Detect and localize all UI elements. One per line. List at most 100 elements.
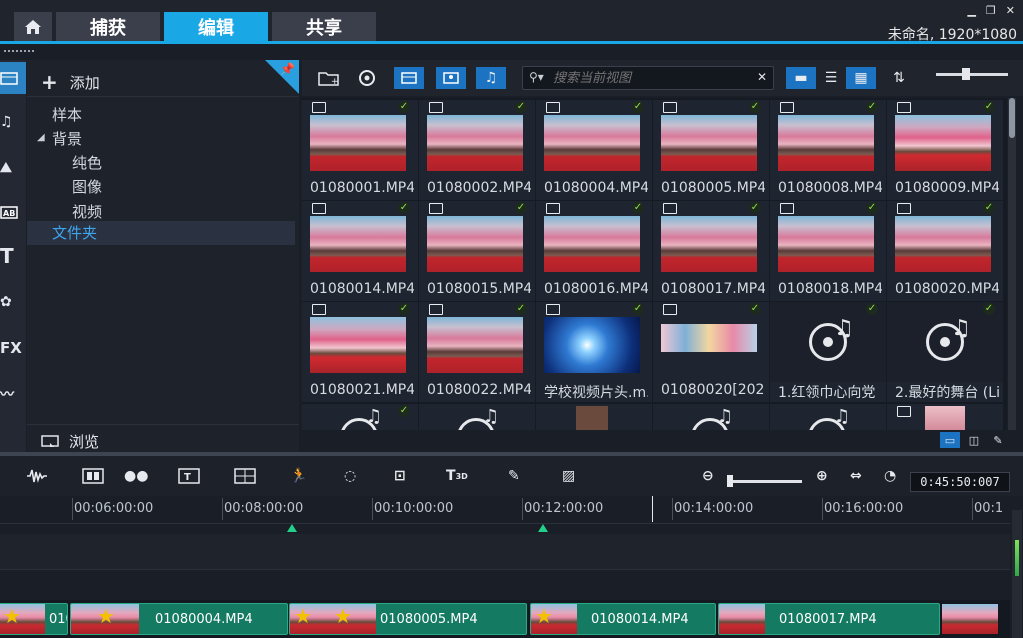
library-media-icon[interactable]: ▭ [940,432,960,448]
media-thumbnail[interactable]: ♫ [770,404,886,430]
media-filename: 01080001.MP4 [310,180,414,196]
timeline-clip[interactable]: ★ 01080004.MP4 [70,603,288,635]
sort-icon[interactable]: ⇅ [884,67,914,89]
media-thumbnail[interactable]: ✓ 01080015.MP4 [419,201,535,301]
view-list-thumb-icon[interactable]: ▬ [786,67,816,89]
minimize-icon[interactable]: ▁ [967,4,975,17]
media-thumbnail[interactable]: ✓ 01080020.MP4 [887,201,1003,301]
fx-icon[interactable]: FX [0,332,26,364]
media-scrollbar[interactable] [1008,98,1016,430]
collapse-arrow-icon[interactable]: ◢ [37,128,45,143]
paint-icon[interactable]: ✎ [508,466,520,486]
media-thumbnail[interactable]: ✓ 学校视频片头.m... [536,302,652,402]
media-thumbnail[interactable]: ♫ [419,404,535,430]
library-edit-icon[interactable]: ✎ [988,432,1008,448]
view-details-icon[interactable]: ☰ [816,67,846,89]
tree-item-folder[interactable]: 文件夹 [27,221,295,245]
transition-icon[interactable]: ⛰ [0,152,26,184]
search-input[interactable] [553,69,753,87]
timeline-clip[interactable]: 01080017.MP4 [718,603,940,635]
media-thumbnail[interactable]: ♫ ✓ [302,404,418,430]
timeline-zoom-handle[interactable] [727,475,733,487]
mask-icon[interactable]: ◌ [344,466,356,486]
overlay-icon[interactable]: ●● [124,466,148,486]
tab-share[interactable]: 共享 [272,12,376,42]
pin-icon[interactable]: 📌 [280,62,295,76]
zoom-in-icon[interactable]: ⊕ [816,466,828,486]
search-box[interactable]: ⚲▾ ✕ [522,66,774,90]
media-thumbnail[interactable]: ✓ 01080002.MP4 [419,100,535,200]
media-thumbnail[interactable]: ♫✓2.最好的舞台 (Li... [887,302,1003,402]
tree-item-image[interactable]: 图像 [72,176,102,197]
title-track-icon[interactable]: T [178,466,200,486]
3d-title-icon[interactable]: T 3D [446,466,468,486]
media-thumbnail[interactable]: ♫ [653,404,769,430]
timeline-clip[interactable]: ★ 01080014.MP4 [530,603,716,635]
audio-wave-icon[interactable] [26,466,48,486]
media-thumbnail[interactable]: ♫✓1.红领巾心向党（... [770,302,886,402]
media-thumbnail[interactable]: ✓ 01080014.MP4 [302,201,418,301]
zoom-out-icon[interactable]: ⊖ [702,466,714,486]
tree-item-samples[interactable]: 样本 [52,104,82,125]
media-thumbnail[interactable]: ✓ 01080004.MP4 [536,100,652,200]
restore-icon[interactable]: ❐ [986,4,996,17]
panel-grip[interactable] [4,50,34,52]
title-track[interactable] [0,570,1010,598]
media-thumbnail[interactable]: ✓ 01080005.MP4 [653,100,769,200]
timeline-zoom-slider[interactable] [732,480,802,483]
chapter-marker[interactable] [538,524,548,532]
media-thumbnail[interactable]: ✓ 01080016.MP4 [536,201,652,301]
graphics-icon[interactable]: ✿ [0,286,26,318]
home-button[interactable] [14,12,52,42]
grid-icon[interactable] [234,466,256,486]
thumbnail-zoom-handle[interactable] [962,68,970,80]
filter-video-icon[interactable] [394,67,424,89]
motion-icon[interactable]: 🏃 [290,466,307,486]
subtitle-icon[interactable]: ▨ [562,466,575,486]
media-thumbnail[interactable] [536,404,652,430]
filter-audio-icon[interactable]: ♫ [476,67,506,89]
tree-item-background[interactable]: 背景 [52,128,82,149]
thumbnail-zoom-slider[interactable] [936,73,1008,76]
browse-button[interactable]: 浏览 [41,431,99,452]
capture-icon[interactable] [352,67,382,89]
tab-capture[interactable]: 捕获 [56,12,160,42]
fit-icon[interactable]: ⇔ [850,466,862,486]
tab-edit[interactable]: 编辑 [164,12,268,42]
add-button[interactable]: + 添加 [41,70,100,94]
path-icon[interactable]: 〰 [0,378,26,410]
media-thumbnail[interactable]: ✓ 01080021.MP4 [302,302,418,402]
filter-photo-icon[interactable] [436,67,466,89]
crop-icon[interactable]: ⊡ [394,466,406,486]
media-scroll-thumb[interactable] [1009,98,1015,138]
overlay-track[interactable] [0,534,1010,570]
media-thumbnail[interactable]: ✓ 01080008.MP4 [770,100,886,200]
media-thumbnail[interactable]: ✓ 01080017.MP4 [653,201,769,301]
media-thumbnail[interactable]: ✓ 01080018.MP4 [770,201,886,301]
music-note-icon[interactable]: ♫ [0,106,26,138]
media-icon[interactable] [0,62,26,94]
media-thumbnail[interactable]: ✓ 01080009.MP4 [887,100,1003,200]
import-folder-icon[interactable]: + [314,67,344,89]
tree-item-video[interactable]: 视频 [72,201,102,222]
close-icon[interactable]: ✕ [1006,4,1015,17]
chapter-marker[interactable] [287,524,297,532]
clip-thumbnail[interactable] [942,604,998,634]
media-thumbnail[interactable]: ✓ 01080001.MP4 [302,100,418,200]
timeline-clip[interactable]: ★ ★ 01080005.MP4 [289,603,527,635]
storyboard-icon[interactable] [82,466,104,486]
timecode-display[interactable]: 0:45:50:007 [910,472,1010,492]
timeline-clip[interactable]: ★ 010 [0,603,68,635]
media-thumbnail[interactable]: ✓ 01080022.MP4 [419,302,535,402]
library-split-icon[interactable]: ◫ [964,432,984,448]
timeline-ruler[interactable]: 00:06:00:00 00:08:00:00 00:10:00:00 00:12:0… [0,496,1010,524]
view-grid-icon[interactable]: ▦ [846,67,876,89]
media-thumbnail[interactable]: ✓ 01080020[2021... [653,302,769,402]
clock-icon[interactable]: ◔ [884,466,896,486]
title-icon[interactable]: AB [0,196,26,228]
tree-item-solid-color[interactable]: 纯色 [72,152,102,173]
media-thumbnail[interactable] [887,404,1003,430]
playhead[interactable] [652,496,653,522]
clear-search-icon[interactable]: ✕ [757,70,767,84]
text-icon[interactable]: T [0,240,26,272]
